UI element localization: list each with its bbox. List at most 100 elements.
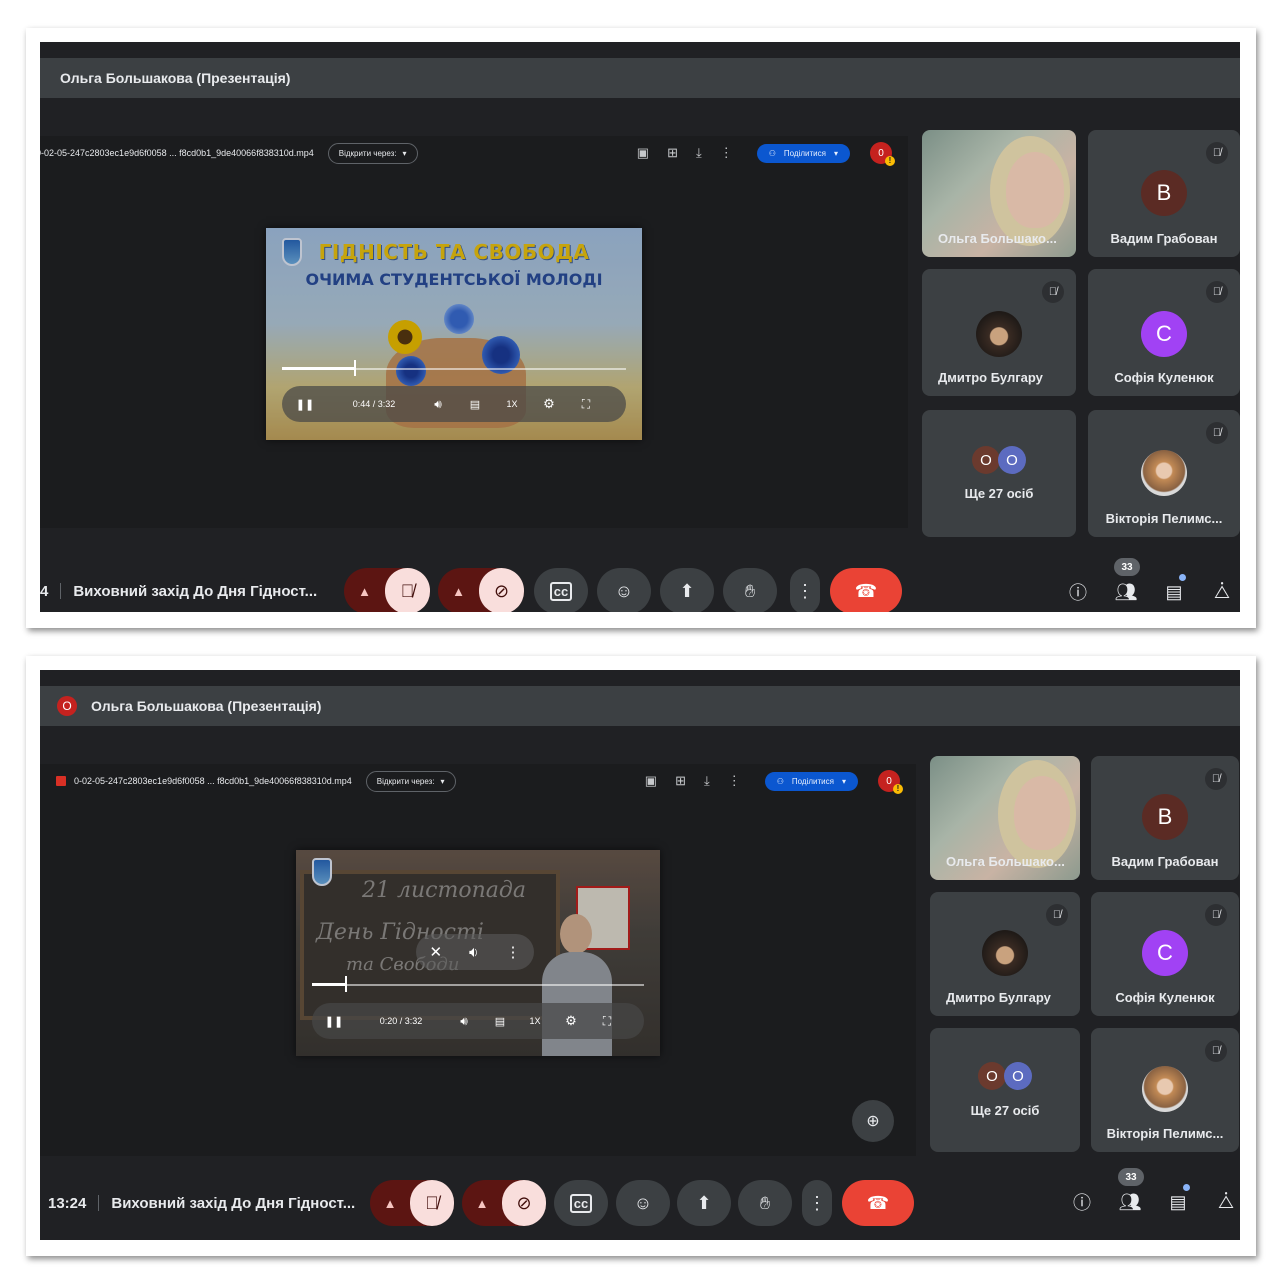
avatar-photo (982, 930, 1028, 976)
raise-hand-button[interactable]: ✋︎ (723, 568, 777, 612)
participant-face (1014, 776, 1070, 850)
pause-icon[interactable]: ❚❚ (282, 398, 328, 411)
present-button[interactable]: ⬆ (660, 568, 714, 612)
download-icon[interactable]: ⤓ (696, 145, 702, 161)
participant-tile[interactable]: 🎙̸ С Софія Куленюк (1091, 892, 1239, 1016)
more-vert-icon: ⋮ (808, 1192, 826, 1213)
zoom-in-button[interactable]: ⊕ (852, 1100, 894, 1142)
chat-icon[interactable]: ▤ (1154, 1182, 1202, 1222)
video-time: 0:20 / 3:32 (379, 1016, 423, 1026)
info-icon[interactable]: ⓘ (1054, 572, 1102, 612)
info-icon[interactable]: ⓘ (1058, 1182, 1106, 1222)
captions-button[interactable]: cc (554, 1180, 608, 1226)
participant-tile[interactable]: 🎙̸ Дмитро Булгару (922, 269, 1076, 396)
file-toolbar: 0-02-05-247c2803ec1e9d6f0058 ... f8cd0b1… (40, 766, 916, 796)
playback-speed[interactable]: 1X (518, 1016, 552, 1026)
seek-handle[interactable] (345, 976, 348, 992)
captions-icon[interactable]: ▤ (482, 1015, 518, 1028)
activities-icon[interactable]: ⧊ (1202, 1182, 1240, 1222)
videocam-off-icon[interactable]: ⊘ (502, 1180, 546, 1226)
reactions-button[interactable]: ☺ (616, 1180, 670, 1226)
participant-tile[interactable]: 🎙̸ В Вадим Грабован (1091, 756, 1239, 880)
participant-tile[interactable]: 🎙̸ Вікторія Пелимс... (1088, 410, 1240, 537)
pin-off-icon[interactable]: ✕ (429, 943, 442, 961)
raise-hand-button[interactable]: ✋︎ (738, 1180, 792, 1226)
volume-icon[interactable]: 🔉︎ (469, 944, 478, 961)
notification-icon[interactable]: 0 (878, 770, 903, 794)
participant-tile[interactable]: 🎙̸ Дмитро Булгару (930, 892, 1080, 1016)
more-options-button[interactable]: ⋮ (802, 1180, 832, 1226)
call-end-icon: ☎ (866, 1192, 890, 1213)
seek-track[interactable] (312, 984, 644, 986)
others-tile[interactable]: О О Ще 27 осіб (930, 1028, 1080, 1152)
open-with-label: Відкрити через: (376, 776, 435, 786)
presentation-bar: О Ольга Большакова (Презентація) (40, 686, 1240, 726)
participant-tile[interactable]: 🎙̸ С Софія Куленюк (1088, 269, 1240, 396)
call-end-icon: ☎ (854, 580, 878, 601)
captions-icon[interactable]: ▤ (456, 398, 494, 411)
participant-tile-camera[interactable]: Ольга Большако... (922, 130, 1076, 257)
notification-count: 0 (886, 775, 892, 787)
open-with-button[interactable]: Відкрити через: ▾ (327, 142, 418, 164)
chevron-up-icon[interactable]: ▲ (462, 1196, 502, 1211)
volume-icon[interactable]: 🔊︎ (420, 397, 456, 412)
zoom-in-icon: ⊕ (866, 1113, 880, 1130)
people-icon[interactable]: 👥︎ 33 (1102, 558, 1150, 612)
others-tile[interactable]: О О Ще 27 осіб (922, 410, 1076, 537)
raise-hand-icon: ✋︎ (744, 580, 756, 601)
seek-handle[interactable] (354, 360, 357, 376)
settings-icon[interactable]: ⚙ (552, 1013, 590, 1029)
presenter-title: Ольга Большакова (Презентація) (91, 698, 322, 714)
share-button[interactable]: ⚇ Поділитися ▾ (764, 771, 858, 791)
chat-icon[interactable]: ▤ (1150, 572, 1198, 612)
avatar: В (1141, 170, 1187, 216)
fullscreen-icon[interactable]: ⛶ (568, 397, 604, 412)
others-count: Ще 27 осіб (964, 486, 1034, 501)
share-icon: ⚇ (776, 776, 784, 786)
participant-name: Дмитро Булгару (938, 370, 1043, 385)
chevron-up-icon[interactable]: ▲ (438, 584, 479, 599)
screenshot-frame-2: О Ольга Большакова (Презентація) 0-02-05… (26, 656, 1256, 1256)
download-icon[interactable]: ⤓ (704, 773, 710, 789)
participant-tile[interactable]: 🎙̸ В Вадим Грабован (1088, 130, 1240, 257)
folder-icon[interactable]: ▣ (645, 773, 657, 789)
participant-tile-camera[interactable]: Ольга Большако... (930, 756, 1080, 880)
seek-progress (312, 983, 346, 986)
fullscreen-icon[interactable]: ⛶ (590, 1014, 624, 1029)
participant-tile[interactable]: 🎙̸ Вікторія Пелимс... (1091, 1028, 1239, 1152)
volume-icon[interactable]: 🔊︎ (446, 1014, 482, 1029)
divider (60, 583, 62, 599)
more-options-button[interactable]: ⋮ (790, 568, 820, 612)
reactions-button[interactable]: ☺ (597, 568, 651, 612)
activities-icon[interactable]: ⧊ (1198, 572, 1240, 612)
videocam-off-icon[interactable]: ⊘ (479, 568, 524, 612)
more-vert-icon[interactable]: ⋮ (720, 145, 733, 161)
add-comment-icon[interactable]: ⊞ (675, 773, 686, 789)
playback-speed[interactable]: 1X (494, 399, 530, 409)
share-button[interactable]: ⚇ Поділитися ▾ (756, 143, 850, 163)
notification-icon[interactable]: 0 (870, 142, 895, 166)
video-player[interactable]: ГІДНІСТЬ ТА СВОБОДА ОЧИМА СТУДЕНТСЬКОЇ М… (266, 228, 642, 440)
notification-count: 0 (878, 147, 884, 159)
emoji-icon: ☺ (633, 1192, 653, 1213)
leave-call-button[interactable]: ☎ (830, 568, 902, 612)
chevron-up-icon[interactable]: ▲ (344, 584, 385, 599)
add-comment-icon[interactable]: ⊞ (667, 145, 678, 161)
mic-off-icon[interactable]: 🎙̸ (410, 1180, 454, 1226)
captions-button[interactable]: cc (534, 568, 588, 612)
mic-off-icon[interactable]: 🎙̸ (385, 568, 430, 612)
leave-call-button[interactable]: ☎ (842, 1180, 914, 1226)
chevron-up-icon[interactable]: ▲ (370, 1196, 410, 1211)
more-vert-icon[interactable]: ⋮ (505, 943, 520, 961)
participant-name: Вадим Грабован (1111, 854, 1219, 869)
people-icon[interactable]: 👥︎ 33 (1106, 1168, 1154, 1222)
more-vert-icon[interactable]: ⋮ (728, 773, 741, 789)
pause-icon[interactable]: ❚❚ (312, 1015, 356, 1028)
open-with-button[interactable]: Відкрити через: ▾ (365, 770, 456, 792)
avatar-letter: О (1012, 1067, 1024, 1085)
camera-control: ▲ ⊘ (438, 568, 524, 612)
settings-icon[interactable]: ⚙ (530, 396, 568, 412)
video-player[interactable]: 21 листопада День Гідності та Свободи ✕ … (296, 850, 660, 1056)
present-button[interactable]: ⬆ (677, 1180, 731, 1226)
folder-icon[interactable]: ▣ (637, 145, 649, 161)
